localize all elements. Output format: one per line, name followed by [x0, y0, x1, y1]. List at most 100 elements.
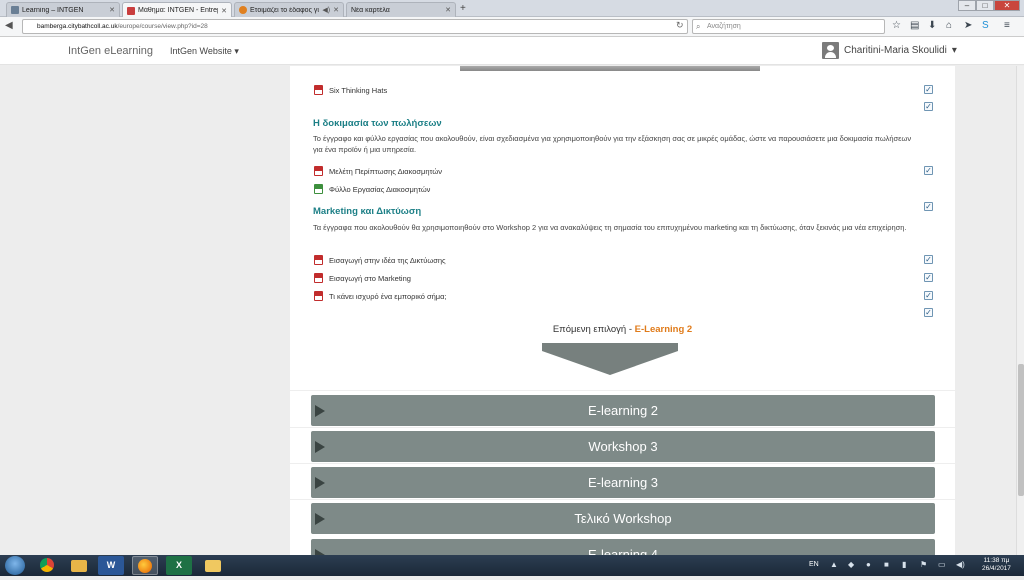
completion-checkbox[interactable]: ✓ — [924, 102, 933, 111]
resource-label: Φύλλο Εργασίας Διακοσμητών — [329, 184, 431, 194]
site-navbar: IntGen eLearning IntGen Website ▾ Charit… — [0, 37, 1024, 65]
close-tab-icon[interactable]: ✕ — [333, 6, 339, 14]
resource-worksheet[interactable]: Φύλλο Εργασίας Διακοσμητών — [314, 184, 430, 194]
pdf-file-icon — [314, 291, 323, 301]
skype-icon[interactable]: S — [982, 20, 989, 31]
accordion-final-workshop[interactable]: Τελικό Workshop — [311, 503, 935, 534]
completion-checkbox[interactable]: ✓ — [924, 273, 933, 282]
network-icon[interactable]: ▮ — [902, 560, 906, 569]
accordion-label: E-learning 2 — [587, 403, 659, 418]
tray-app-icon[interactable]: ● — [866, 560, 871, 569]
resource-brand[interactable]: Τι κάνει ισχυρό ένα εμπορικό σήμα; — [314, 291, 447, 301]
site-brand[interactable]: IntGen eLearning — [68, 45, 153, 57]
completion-checkbox[interactable]: ✓ — [924, 166, 933, 175]
resource-six-thinking-hats[interactable]: Six Thinking Hats — [314, 85, 387, 95]
site-menu-dropdown[interactable]: IntGen Website ▾ — [170, 46, 239, 57]
browser-tab-new[interactable]: Νέα καρτέλα ✕ — [346, 2, 456, 17]
search-placeholder: Αναζήτηση — [707, 23, 741, 30]
browser-tab-course[interactable]: Μάθημα: INTGEN - Entrepre ✕ — [122, 2, 232, 18]
minimize-button[interactable]: – — [958, 0, 976, 11]
banner-image-edge — [460, 66, 760, 71]
url-path: /europe/course/view.php?id=28 — [117, 23, 208, 30]
clock-date: 26/4/2017 — [982, 565, 1011, 572]
completion-checkbox[interactable]: ✓ — [924, 291, 933, 300]
excel-icon[interactable]: X — [166, 556, 192, 575]
scrollbar-thumb[interactable] — [1018, 364, 1024, 496]
flag-icon[interactable]: ⚑ — [920, 560, 927, 569]
firefox-icon[interactable] — [132, 556, 158, 575]
moodle-favicon-icon — [127, 6, 135, 15]
file-explorer-icon[interactable] — [66, 556, 92, 575]
course-content: Six Thinking Hats ✓ ✓ Η δοκιμασία των πω… — [290, 66, 955, 556]
close-tab-icon[interactable]: ✕ — [109, 6, 115, 14]
reload-icon[interactable]: ↻ — [676, 20, 684, 31]
resource-case-study[interactable]: Μελέτη Περίπτωσης Διακοσμητών — [314, 166, 442, 176]
back-arrow-icon[interactable]: ◀ — [5, 20, 13, 31]
download-icon[interactable]: ⬇ — [928, 20, 936, 31]
resource-label: Εισαγωγή στην ιδέα της Δικτύωσης — [329, 255, 446, 265]
browser-tab-article[interactable]: Ετοιμάζει το έδαφος για ◀) ✕ — [234, 2, 344, 17]
page-area: Six Thinking Hats ✓ ✓ Η δοκιμασία των πω… — [0, 66, 1016, 556]
windows-taskbar: W X EN ▲ ◆ ● ■ ▮ ⚑ ▭ ◀) 11:38 πμ 26/4/20… — [0, 555, 1024, 576]
section-desc-marketing: Τα έγγραφα που ακολουθούν θα χρησιμοποιη… — [313, 223, 907, 232]
maximize-button[interactable]: □ — [976, 0, 994, 11]
site-menu-label: IntGen Website — [170, 46, 232, 56]
window-close-button[interactable]: ✕ — [994, 0, 1020, 11]
divider — [290, 499, 955, 500]
start-button[interactable] — [5, 556, 25, 575]
resource-label: Six Thinking Hats — [329, 85, 388, 95]
close-tab-icon[interactable]: ✕ — [221, 7, 227, 15]
reading-list-icon[interactable]: ▤ — [910, 20, 919, 31]
send-icon[interactable]: ➤ — [964, 20, 972, 31]
avatar — [822, 42, 839, 59]
completion-checkbox[interactable]: ✓ — [924, 308, 933, 317]
caret-down-icon: ▾ — [951, 45, 957, 56]
url-host: bamberga.citybathcoll.ac.uk — [37, 23, 118, 30]
resource-networking[interactable]: Εισαγωγή στην ιδέα της Δικτύωσης — [314, 255, 446, 265]
accordion-elearning-3[interactable]: E-learning 3 — [311, 467, 935, 498]
system-clock[interactable]: 11:38 πμ 26/4/2017 — [982, 557, 1011, 573]
article-favicon-icon — [239, 6, 247, 14]
accordion-workshop-3[interactable]: Workshop 3 — [311, 431, 935, 462]
chrome-icon[interactable] — [34, 556, 60, 575]
speaker-icon[interactable]: ◀) — [322, 6, 330, 14]
browser-tab-learning[interactable]: Learning – INTGEN ✕ — [6, 2, 120, 17]
tray-arrow-icon[interactable]: ▲ — [830, 560, 838, 569]
folder-icon[interactable] — [200, 556, 226, 575]
volume-icon[interactable]: ◀) — [956, 560, 965, 569]
completion-checkbox[interactable]: ✓ — [924, 202, 933, 211]
word-icon[interactable]: W — [98, 556, 124, 575]
menu-icon[interactable]: ≡ — [1004, 20, 1010, 31]
down-chevron-icon — [542, 343, 678, 375]
url-bar[interactable]: bamberga.citybathcoll.ac.uk/europe/cours… — [22, 19, 688, 34]
accordion-elearning-4[interactable]: E-learning 4 — [311, 539, 935, 556]
next-option-highlight[interactable]: E-Learning 2 — [635, 324, 693, 335]
resource-marketing[interactable]: Εισαγωγή στο Marketing — [314, 273, 411, 283]
completion-checkbox[interactable]: ✓ — [924, 255, 933, 264]
bookmark-star-icon[interactable]: ☆ — [892, 20, 901, 31]
tray-app-icon[interactable]: ◆ — [848, 560, 854, 569]
tray-app-icon[interactable]: ■ — [884, 560, 889, 569]
accordion-elearning-2[interactable]: E-learning 2 — [311, 395, 935, 426]
divider — [290, 390, 955, 391]
completion-checkbox[interactable]: ✓ — [924, 85, 933, 94]
accordion-label: Τελικό Workshop — [574, 511, 672, 526]
pdf-file-icon — [314, 166, 323, 176]
language-indicator[interactable]: EN — [809, 561, 819, 568]
caret-down-icon: ▾ — [234, 46, 239, 56]
battery-icon[interactable]: ▭ — [938, 560, 946, 569]
search-input[interactable]: ⌕ Αναζήτηση — [692, 19, 885, 34]
browser-nav-bar: ◀ bamberga.citybathcoll.ac.uk/europe/cou… — [0, 17, 1024, 37]
home-icon[interactable]: ⌂ — [946, 20, 952, 31]
close-tab-icon[interactable]: ✕ — [445, 6, 451, 14]
page-scrollbar[interactable] — [1016, 66, 1024, 556]
tab-label: Μάθημα: INTGEN - Entrepre — [138, 7, 218, 14]
resource-label: Εισαγωγή στο Marketing — [329, 273, 411, 283]
new-tab-button[interactable]: + — [460, 3, 466, 14]
tab-label: Ετοιμάζει το έδαφος για — [250, 6, 320, 14]
next-option-label: Επόμενη επιλογή - E-Learning 2 — [290, 324, 955, 335]
user-menu[interactable]: Charitini-Maria Skoulidi ▾ — [822, 42, 957, 59]
browser-tab-strip: Learning – INTGEN ✕ Μάθημα: INTGEN - Ent… — [0, 0, 1024, 18]
resource-label: Μελέτη Περίπτωσης Διακοσμητών — [329, 166, 442, 176]
accordion-label: E-learning 3 — [587, 475, 659, 490]
